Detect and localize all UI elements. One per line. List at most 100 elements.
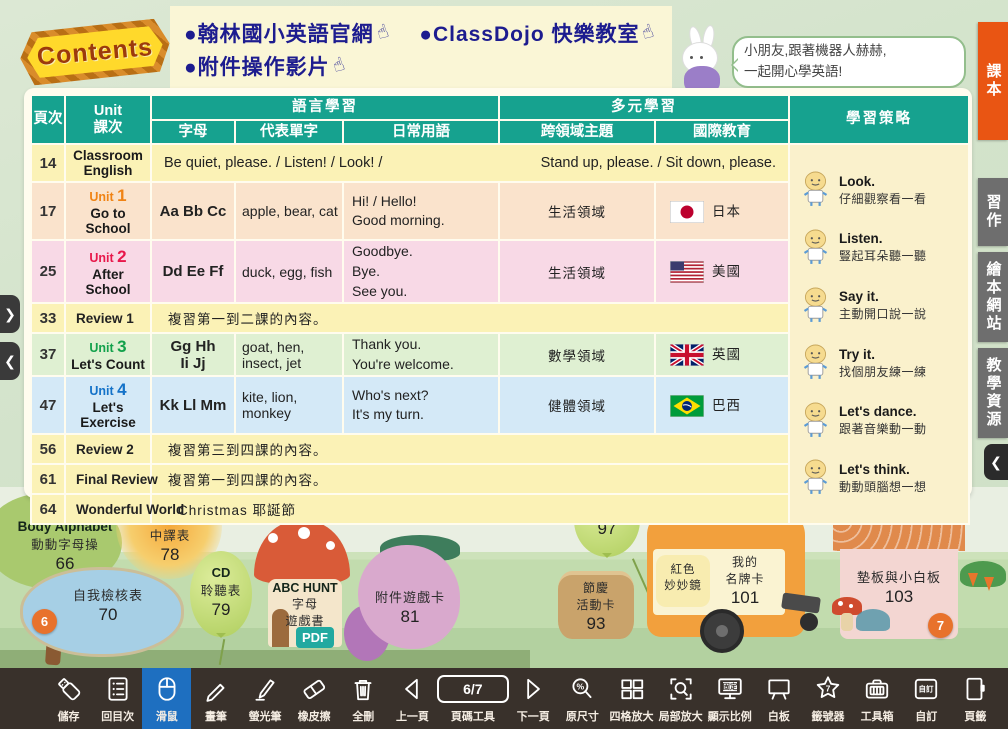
col-header-intl-edu: 國際教育 [655, 120, 789, 145]
trash-icon [349, 675, 377, 703]
tool-label: 籤號器 [812, 708, 845, 724]
tool-grid4[interactable]: 四格放大 [607, 668, 656, 729]
country-cell: 美國 [655, 240, 789, 303]
tool-highlighter[interactable]: 螢光筆 [241, 668, 290, 729]
shortcut-red-mirror[interactable]: 紅色 妙妙鏡 [658, 561, 708, 593]
board-icon [765, 675, 793, 703]
shortcut-cd-list[interactable]: CD 聆聽表 79 [190, 565, 252, 620]
toolbar: 儲存回目次滑鼠畫筆螢光筆橡皮擦全刪上一頁6/7頁碼工具下一頁%原尺寸四格放大局部… [0, 668, 1008, 729]
mouse-icon [153, 675, 181, 703]
unit-cell: Unit 2After School [65, 240, 151, 303]
page-title: Contents [25, 25, 164, 79]
flag-uk-icon [670, 346, 704, 362]
pointer-hand-icon: ☝ [639, 20, 658, 46]
unit-cell: Unit 4Let's Exercise [65, 376, 151, 434]
tool-prev[interactable]: 上一頁 [388, 668, 437, 729]
page-number-cell: 33 [31, 303, 65, 333]
domain-cell: 生活領域 [499, 240, 655, 303]
shortcut-self-check[interactable]: 自我檢核表 70 [58, 585, 158, 625]
shortcut-name-card[interactable]: 我的 名牌卡 101 [714, 553, 776, 608]
shortcut-abc-hunt[interactable]: ABC HUNT 字母 遊戲書 [262, 581, 348, 629]
tool-toolbox[interactable]: 工具箱 [853, 668, 902, 729]
col-group-language: 語言學習 [151, 95, 499, 120]
page-number-cell: 25 [31, 240, 65, 303]
letters-cell: Dd Ee Ff [151, 240, 235, 303]
robot-icon [799, 457, 832, 499]
tool-pen[interactable]: 畫筆 [191, 668, 240, 729]
unit-cell: Unit 3Let's Count [65, 333, 151, 376]
van-wheel [700, 609, 744, 653]
page-indicator-box[interactable]: 6/7 [437, 675, 509, 703]
tool-ratio[interactable]: 固定顯示比例 [705, 668, 754, 729]
shortcut-body-alphabet[interactable]: Body Alphabet 動動字母操 66 [6, 519, 124, 574]
tool-label: 局部放大 [659, 708, 703, 724]
shortcut-board-set[interactable]: 墊板與小白板 103 [848, 567, 950, 607]
carrot-decoration [984, 577, 994, 591]
tool-zoom-orig[interactable]: %原尺寸 [558, 668, 607, 729]
edge-prev-arrow[interactable]: ❮ [0, 342, 20, 380]
zoom-orig-icon: % [568, 675, 596, 703]
pointer-hand-icon: ☝ [373, 20, 392, 46]
col-header-unit: Unit課次 [65, 95, 151, 144]
tool-zoom-part[interactable]: 局部放大 [656, 668, 705, 729]
pdf-badge[interactable]: PDF [296, 627, 334, 648]
tool-board[interactable]: 白板 [754, 668, 803, 729]
robot-icon [799, 227, 832, 269]
sidebar-tab-1[interactable]: 課本 [978, 22, 1008, 140]
tool-trash[interactable]: 全刪 [339, 668, 388, 729]
words-cell: duck, egg, fish [235, 240, 343, 303]
star7-icon: 7 [814, 675, 842, 703]
tool-save[interactable]: 儲存 [44, 668, 93, 729]
phrases-cell: Thank you. You're welcome. [343, 333, 499, 376]
strategy-item: Look.仔細觀察看一看 [799, 169, 965, 211]
mushroom-house-cap [254, 521, 350, 585]
tool-mouse[interactable]: 滑鼠 [142, 668, 191, 729]
svg-text:固定: 固定 [722, 682, 737, 691]
robot-icon [799, 169, 832, 211]
unit-cell: Classroom English [65, 144, 151, 182]
sidebar-collapse-arrow[interactable]: ❮ [984, 444, 1008, 480]
shortcut-game-cards[interactable]: 附件遊戲卡 81 [362, 587, 458, 627]
page-indicator-left: 6 [32, 609, 57, 634]
grid4-icon [618, 675, 646, 703]
tool-eraser[interactable]: 橡皮擦 [290, 668, 339, 729]
link-hanlin-website[interactable]: ●翰林國小英語官網☝ [184, 18, 389, 48]
tool-toc[interactable]: 回目次 [93, 668, 142, 729]
sidebar-tab-4[interactable]: 教學資源 [978, 348, 1008, 438]
link-attachment-video[interactable]: ●附件操作影片☝ [184, 51, 345, 81]
eraser-icon [300, 675, 328, 703]
contents-badge: Contents [18, 18, 172, 87]
shortcut-festival-cards[interactable]: 節慶 活動卡 93 [562, 579, 630, 634]
tool-label: 自訂 [915, 708, 937, 724]
tool-pagebox[interactable]: 6/7頁碼工具 [437, 668, 509, 729]
tool-label: 四格放大 [610, 708, 654, 724]
link-classdojo[interactable]: ●ClassDojo 快樂教室☝ [419, 18, 655, 48]
flag-japan-icon [670, 203, 704, 219]
strategy-item: Say it.主動開口說一說 [799, 285, 965, 327]
tool-custom[interactable]: 自訂自訂 [902, 668, 951, 729]
strategy-item: Let's dance.跟著音樂動一動 [799, 400, 965, 442]
flag-brazil-icon [670, 397, 704, 413]
page-indicator-right: 7 [928, 613, 953, 638]
leaf-decoration [856, 609, 890, 631]
svg-text:7: 7 [826, 684, 831, 694]
sidebar-tab-2[interactable]: 習作 [978, 178, 1008, 246]
edge-next-arrow[interactable]: ❯ [0, 295, 20, 333]
robot-icon [799, 400, 832, 442]
robot-icon [799, 285, 832, 327]
tool-next[interactable]: 下一頁 [509, 668, 558, 729]
sidebar-tab-3[interactable]: 繪本網站 [978, 252, 1008, 342]
tool-label: 螢光筆 [249, 708, 282, 724]
page-number-cell: 47 [31, 376, 65, 434]
strategy-item: Try it.找個朋友練一練 [799, 342, 965, 384]
col-header-cross-domain: 跨領域主題 [499, 120, 655, 145]
tool-label: 全刪 [352, 708, 374, 724]
tool-pagetab[interactable]: 頁籤 [951, 668, 1000, 729]
pagetab-icon [961, 675, 989, 703]
next-icon [519, 675, 547, 703]
words-cell: goat, hen, insect, jet [235, 333, 343, 376]
review-text-cell: 複習第一到二課的內容。 [151, 303, 789, 333]
tool-star7[interactable]: 7 籤號器 [803, 668, 852, 729]
col-header-page: 頁次 [31, 95, 65, 144]
mascot-speech-bubble: 小朋友,跟著機器人赫赫, 一起開心學英語! [732, 36, 966, 88]
